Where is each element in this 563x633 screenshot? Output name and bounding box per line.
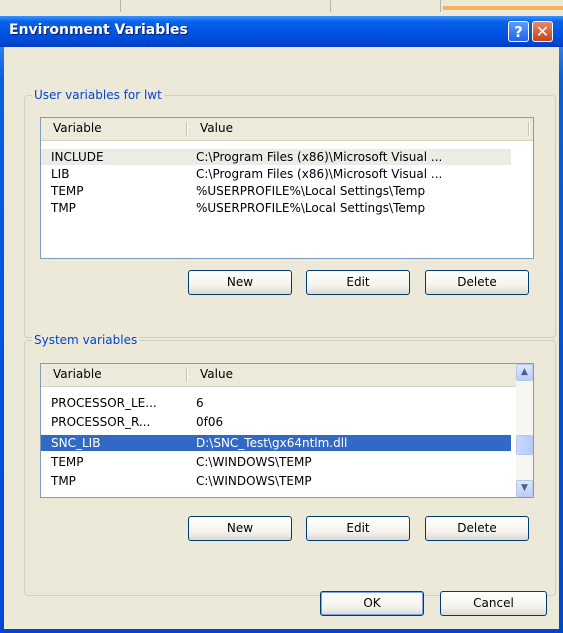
system-edit-button[interactable]: Edit: [306, 516, 410, 541]
background-highlight: [443, 6, 563, 10]
variable-cell: TMP: [51, 201, 76, 215]
background-tab: [120, 0, 331, 12]
title-bar[interactable]: Environment Variables ? ✕: [0, 16, 563, 47]
table-row[interactable]: LIB C:\Program Files (x86)\Microsoft Vis…: [41, 166, 511, 182]
value-cell: C:\Program Files (x86)\Microsoft Visual …: [196, 150, 443, 164]
column-header-variable[interactable]: Variable: [41, 364, 186, 385]
table-row[interactable]: PROCESSOR_R... 0f06: [41, 414, 511, 430]
ok-button[interactable]: OK: [320, 591, 424, 616]
value-cell: %USERPROFILE%\Local Settings\Temp: [196, 184, 426, 198]
close-button[interactable]: ✕: [532, 21, 553, 42]
variable-cell: INCLUDE: [51, 150, 104, 164]
value-cell: C:\WINDOWS\TEMP: [196, 474, 312, 488]
value-cell: C:\WINDOWS\TEMP: [196, 455, 312, 469]
help-button[interactable]: ?: [508, 21, 529, 42]
background-window-strip: [0, 0, 563, 17]
system-new-button[interactable]: New: [188, 516, 292, 541]
value-cell: 6: [196, 396, 204, 410]
value-cell: %USERPROFILE%\Local Settings\Temp: [196, 201, 426, 215]
table-row[interactable]: PROCESSOR_LE... 6: [41, 395, 511, 411]
column-divider[interactable]: [528, 122, 530, 136]
scrollbar-thumb[interactable]: [516, 435, 533, 455]
variable-cell: LIB: [51, 167, 70, 181]
value-cell: C:\Program Files (x86)\Microsoft Visual …: [196, 167, 443, 181]
user-delete-button[interactable]: Delete: [425, 270, 529, 295]
user-edit-button[interactable]: Edit: [306, 270, 410, 295]
system-delete-button[interactable]: Delete: [425, 516, 529, 541]
vertical-scrollbar[interactable]: ▲ ▼: [516, 364, 533, 497]
variable-cell: PROCESSOR_R...: [51, 415, 151, 429]
table-row[interactable]: TEMP %USERPROFILE%\Local Settings\Temp: [41, 183, 511, 199]
background-tab: [330, 0, 441, 12]
value-cell: D:\SNC_Test\gx64ntlm.dll: [196, 436, 348, 450]
dialog-title: Environment Variables: [9, 22, 188, 38]
cancel-button[interactable]: Cancel: [440, 591, 547, 616]
variable-cell: TMP: [51, 474, 76, 488]
user-new-button[interactable]: New: [188, 270, 292, 295]
value-cell: 0f06: [196, 415, 224, 429]
table-row[interactable]: TEMP C:\WINDOWS\TEMP: [41, 454, 511, 470]
scroll-down-icon[interactable]: ▼: [516, 480, 533, 497]
user-variables-legend: User variables for lwt: [32, 88, 164, 102]
column-header-value[interactable]: Value: [188, 364, 508, 385]
table-row[interactable]: TMP C:\WINDOWS\TEMP: [41, 473, 511, 489]
column-header-value[interactable]: Value: [188, 118, 528, 139]
user-variables-list[interactable]: Variable Value INCLUDE C:\Program Files …: [40, 117, 534, 259]
scroll-up-icon[interactable]: ▲: [516, 364, 533, 381]
variable-cell: TEMP: [51, 455, 84, 469]
list-header: Variable Value: [41, 118, 533, 141]
table-row[interactable]: INCLUDE C:\Program Files (x86)\Microsoft…: [41, 149, 511, 165]
background-tab: [0, 0, 121, 12]
variable-cell: SNC_LIB: [51, 436, 101, 450]
list-header: Variable Value: [41, 364, 533, 387]
table-row-selected[interactable]: SNC_LIB D:\SNC_Test\gx64ntlm.dll: [41, 435, 511, 451]
system-variables-legend: System variables: [32, 333, 140, 347]
table-row[interactable]: TMP %USERPROFILE%\Local Settings\Temp: [41, 200, 511, 216]
variable-cell: TEMP: [51, 184, 84, 198]
system-variables-list[interactable]: Variable Value PROCESSOR_LE... 6 PROCESS…: [40, 363, 534, 498]
variable-cell: PROCESSOR_LE...: [51, 396, 157, 410]
column-header-variable[interactable]: Variable: [41, 118, 186, 139]
